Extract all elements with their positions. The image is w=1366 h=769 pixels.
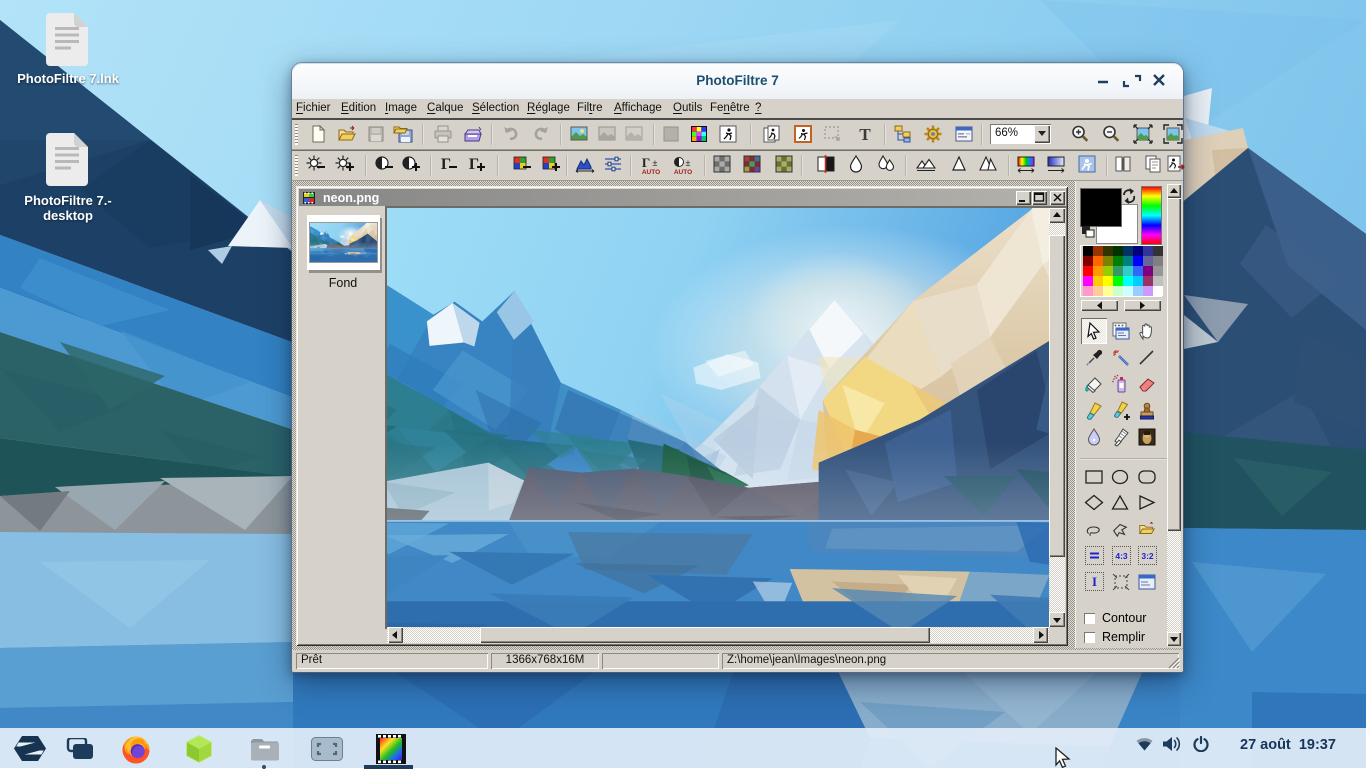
svg-text:4:3: 4:3 xyxy=(1115,551,1128,561)
svg-text:3:2: 3:2 xyxy=(1141,551,1154,561)
svg-text:I: I xyxy=(1092,574,1097,589)
